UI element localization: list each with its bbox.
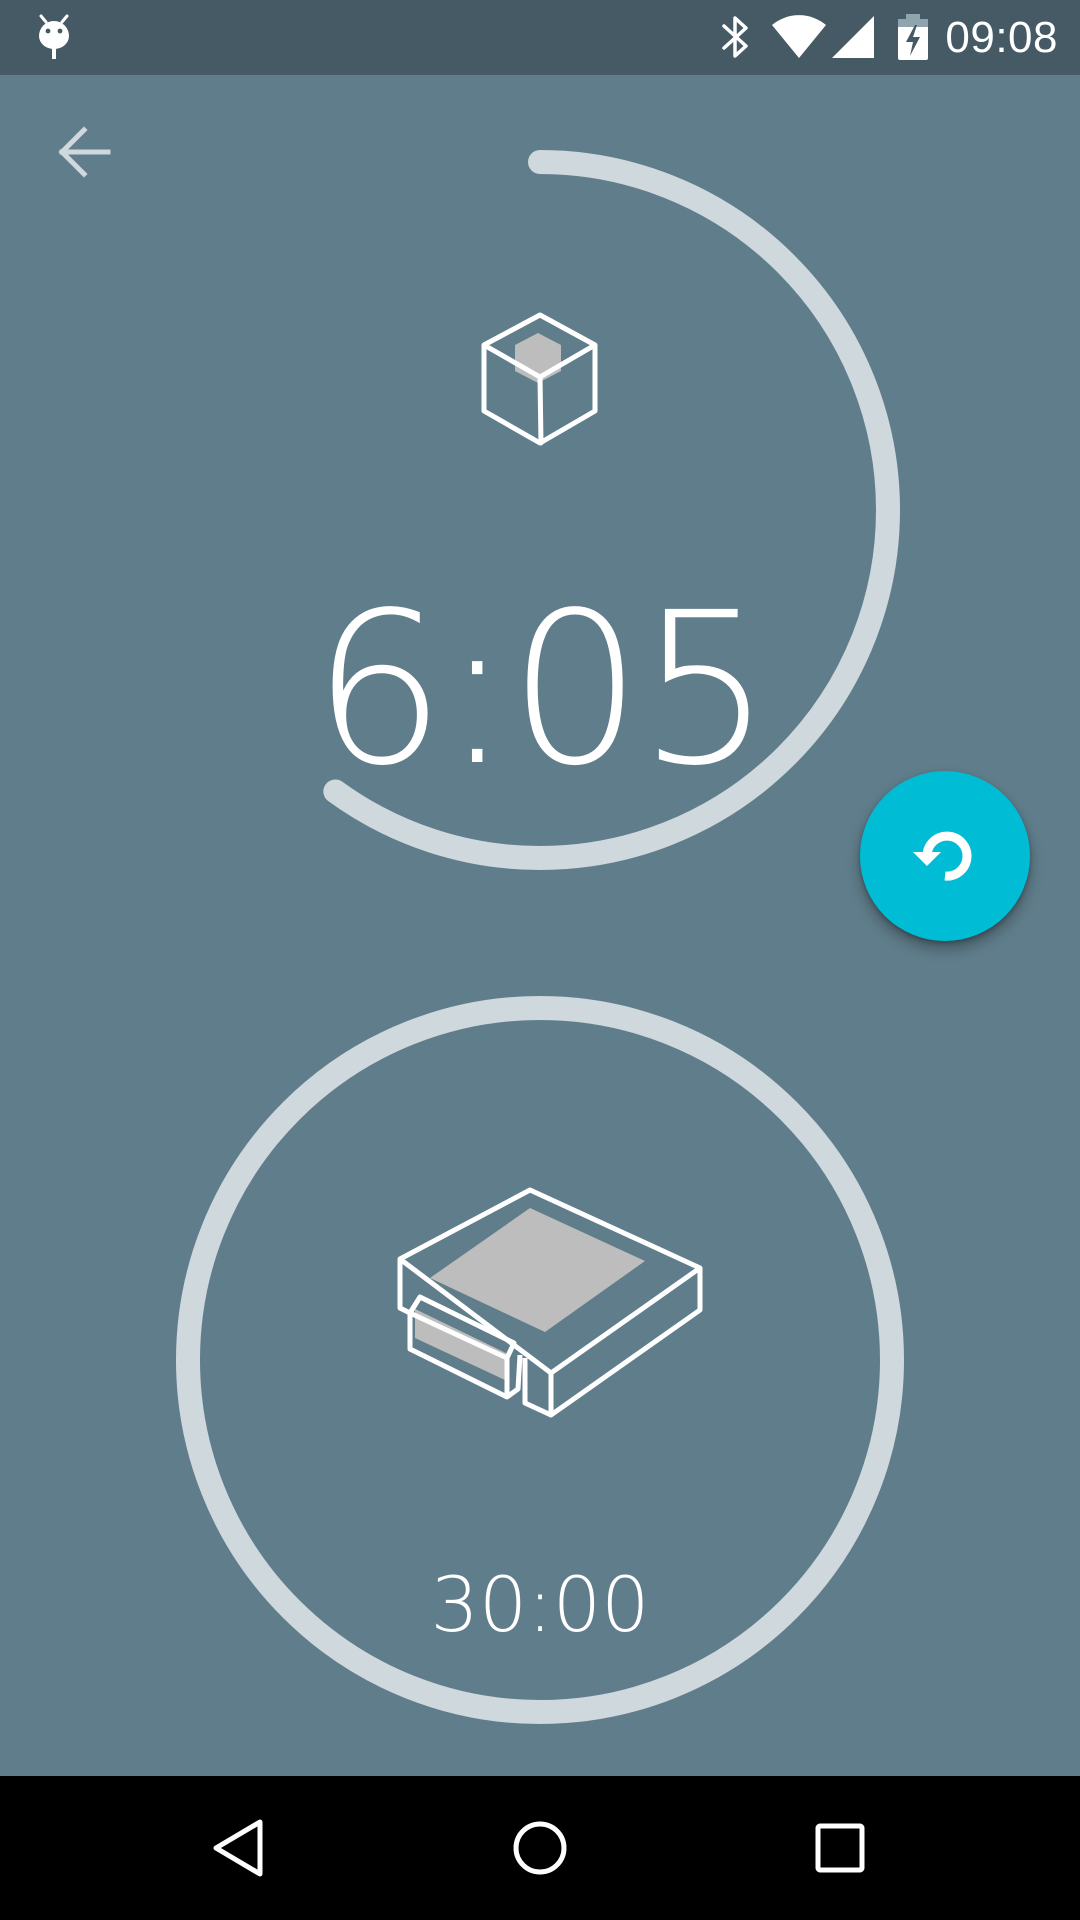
arrow-left-icon [58, 126, 111, 178]
nav-recents-button[interactable] [790, 1798, 890, 1898]
back-button[interactable] [44, 112, 124, 192]
secondary-timer-value: 30:00 [430, 1560, 650, 1649]
timer-screen: 6:05 30:00 [0, 75, 1080, 1775]
reset-fab-button[interactable] [860, 771, 1030, 941]
recents-square-icon [815, 1823, 865, 1873]
reset-icon [913, 831, 972, 881]
tray-box-icon [397, 1187, 703, 1418]
wifi-icon [772, 15, 826, 58]
bluetooth-icon [722, 16, 748, 58]
back-triangle-icon [213, 1819, 263, 1877]
home-circle-icon [513, 1821, 567, 1875]
main-timer-value: 6:05 [312, 567, 772, 812]
nav-back-button[interactable] [190, 1798, 290, 1898]
system-navigation-bar [0, 1776, 1080, 1920]
status-clock: 09:08 [945, 13, 1058, 62]
cube-icon [481, 312, 598, 446]
android-debug-icon [39, 14, 69, 59]
status-bar: 09:08 [0, 0, 1080, 75]
nav-home-button[interactable] [490, 1798, 590, 1898]
signal-icon [832, 16, 874, 58]
battery-charging-icon [898, 14, 928, 60]
